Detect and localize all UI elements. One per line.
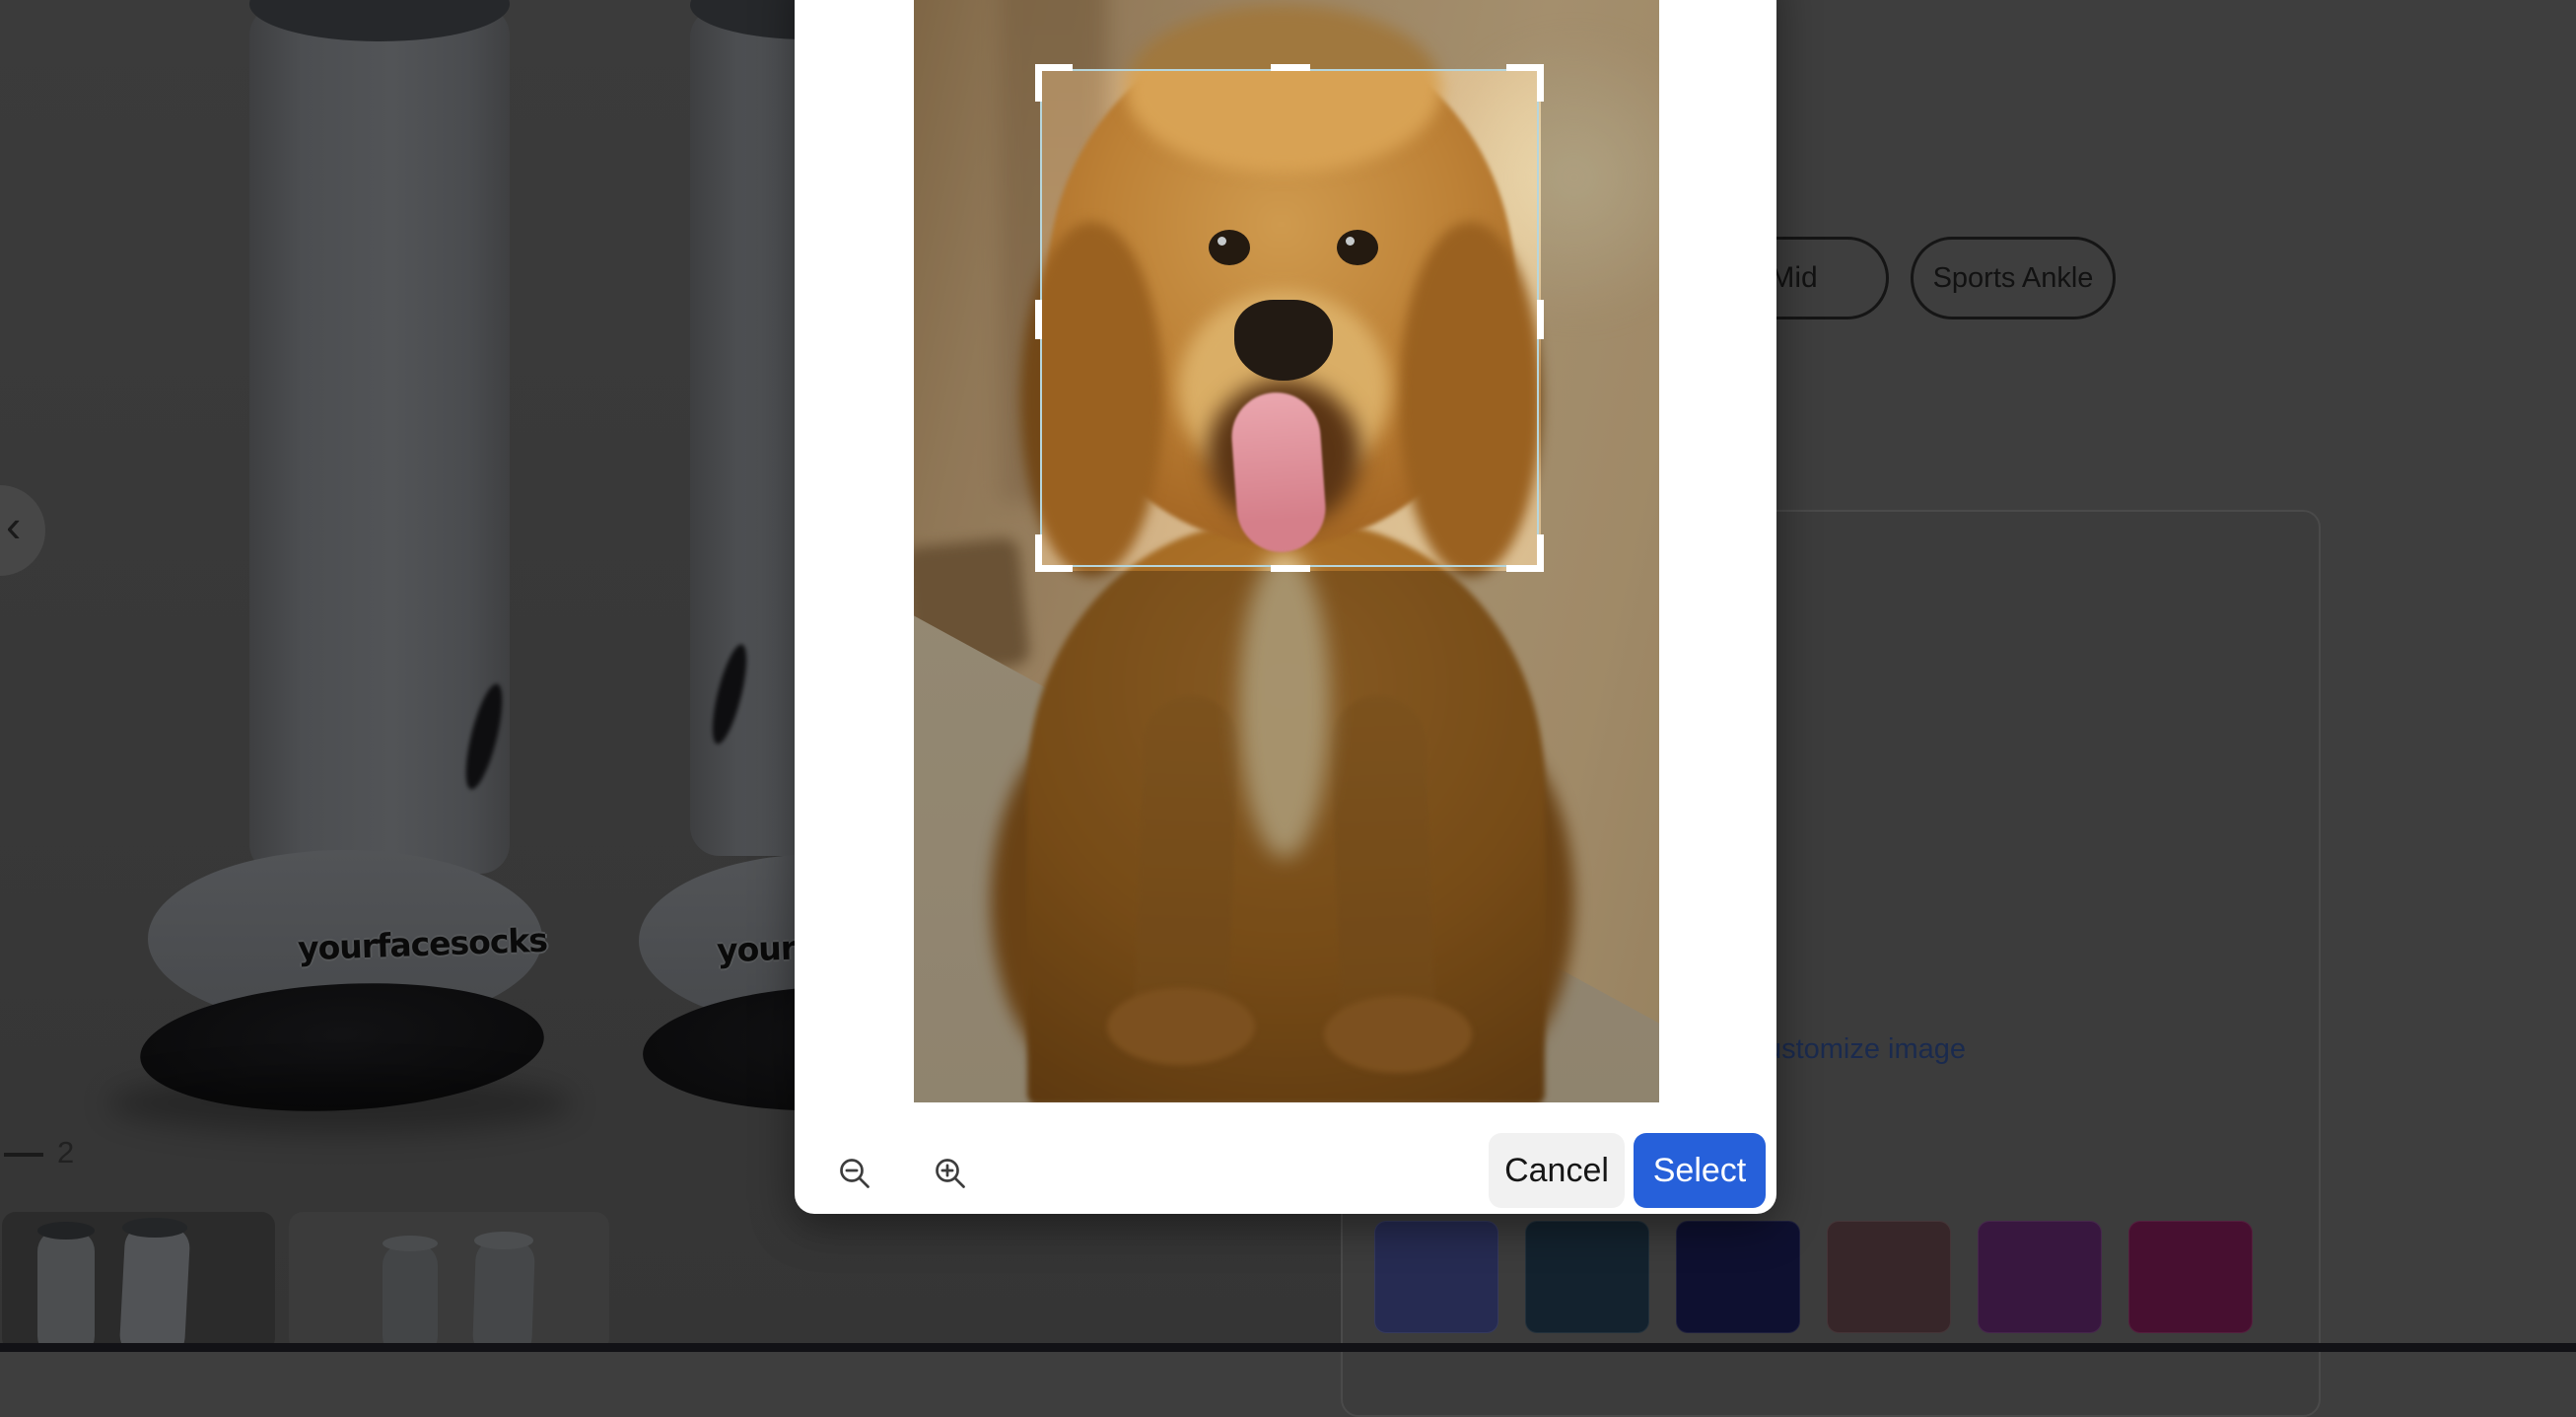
crop-handle-right[interactable] <box>1537 300 1544 339</box>
chevron-left-icon: ‹ <box>6 499 21 552</box>
crop-dim-left <box>914 69 1040 571</box>
color-swatch[interactable] <box>2128 1221 2253 1333</box>
thumb-sock <box>472 1239 535 1352</box>
crop-handle-bottom-right[interactable] <box>1506 534 1544 572</box>
color-swatch[interactable] <box>1827 1221 1951 1333</box>
color-swatch[interactable] <box>1525 1221 1649 1333</box>
gallery-prev-button[interactable]: ‹ <box>0 485 45 576</box>
crop-image-dialog: Cancel Select <box>795 0 1776 1214</box>
carousel-page-number: 2 <box>57 1135 74 1170</box>
crop-handle-bottom[interactable] <box>1271 565 1310 572</box>
crop-dim-top <box>914 0 1659 69</box>
crop-dim-bottom <box>914 571 1659 1102</box>
thumb-sock <box>383 1243 438 1352</box>
gallery-thumbnail-selected[interactable] <box>2 1212 275 1352</box>
zoom-in-icon[interactable] <box>933 1156 968 1191</box>
carousel-progress-line <box>4 1153 43 1157</box>
color-swatch-row <box>1374 1221 2253 1333</box>
thumb-sock <box>119 1224 191 1352</box>
crop-selection-box[interactable] <box>1040 69 1539 567</box>
uploaded-photo-goldendoodle <box>914 0 1659 1102</box>
crop-handle-left[interactable] <box>1035 300 1042 339</box>
zoom-out-icon[interactable] <box>837 1156 872 1191</box>
customize-image-link[interactable]: Customize image <box>1745 1033 1966 1066</box>
crop-handle-top-right[interactable] <box>1506 64 1544 102</box>
thumb-sock-cuff <box>474 1232 533 1249</box>
thumb-sock-cuff <box>122 1218 187 1238</box>
crop-dim-right <box>1541 69 1659 571</box>
color-swatch[interactable] <box>1374 1221 1498 1333</box>
cancel-button[interactable]: Cancel <box>1489 1133 1625 1208</box>
crop-handle-top[interactable] <box>1271 64 1310 71</box>
crop-handle-top-left[interactable] <box>1035 64 1073 102</box>
floor-shadow <box>108 1073 572 1134</box>
thumb-sock-cuff <box>383 1236 438 1251</box>
crop-handle-bottom-left[interactable] <box>1035 534 1073 572</box>
thumb-sock <box>37 1230 95 1352</box>
gallery-thumbnail[interactable] <box>289 1212 609 1352</box>
style-option-label: Sports Ankle <box>1933 262 2094 295</box>
color-swatch[interactable] <box>1676 1221 1800 1333</box>
page-bottom-strip <box>0 1343 2576 1352</box>
select-button[interactable]: Select <box>1634 1133 1766 1208</box>
thumb-sock-cuff <box>37 1222 95 1240</box>
style-option-sports-ankle[interactable]: Sports Ankle <box>1911 237 2116 319</box>
color-swatch[interactable] <box>1978 1221 2102 1333</box>
